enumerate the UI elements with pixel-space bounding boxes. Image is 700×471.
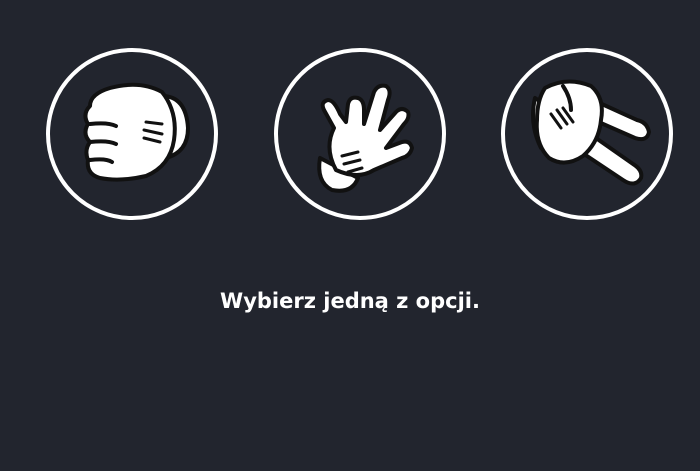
scissors-choice-button[interactable] xyxy=(501,48,673,220)
scissors-glove-icon xyxy=(531,79,651,186)
fist-glove-icon xyxy=(83,82,190,182)
rock-choice-button[interactable] xyxy=(46,48,218,220)
paper-choice-button[interactable] xyxy=(274,48,446,220)
choice-row xyxy=(0,0,700,240)
open-hand-glove-icon xyxy=(317,83,414,193)
instruction-text: Wybierz jedną z opcji. xyxy=(220,289,480,313)
